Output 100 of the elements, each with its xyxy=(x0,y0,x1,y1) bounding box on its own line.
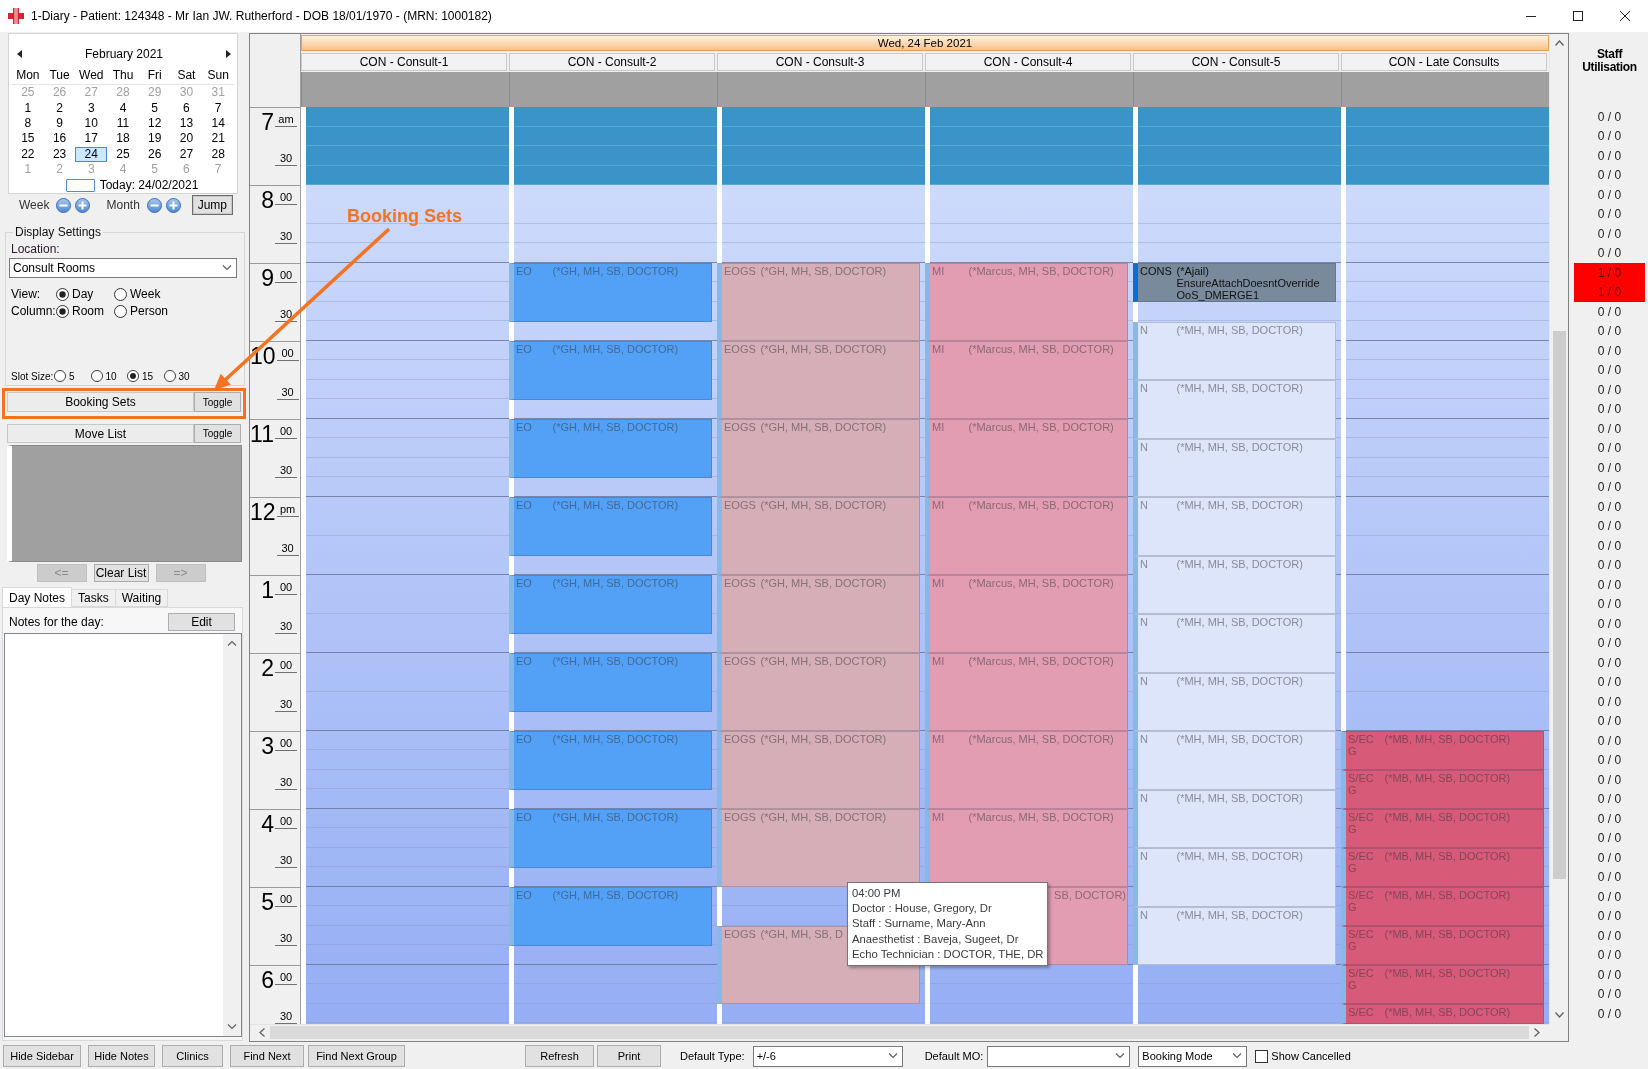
appointment-block[interactable]: S/ECG (*MB, MH, SB, DOCTOR) xyxy=(1341,809,1544,848)
appointment-block[interactable]: N (*MH, MH, SB, DOCTOR) xyxy=(1133,321,1336,380)
calendar-day[interactable]: 25 xyxy=(12,85,44,101)
calendar-day[interactable]: 28 xyxy=(202,146,234,162)
calendar-day[interactable]: 14 xyxy=(202,116,234,132)
appointment-block[interactable]: N (*MH, MH, SB, DOCTOR) xyxy=(1133,789,1336,848)
plus-icon[interactable] xyxy=(165,197,181,213)
calendar-day[interactable]: 26 xyxy=(138,146,171,162)
calendar-day[interactable]: 5 xyxy=(138,100,171,117)
calendar-day[interactable]: 27 xyxy=(75,85,108,101)
calendar-day[interactable]: 7 xyxy=(202,100,234,117)
view-option[interactable]: Day xyxy=(56,287,114,301)
appointment-block[interactable]: MI (*Marcus, MH, SB, DOCTOR) xyxy=(925,341,1128,419)
calendar-day[interactable]: 30 xyxy=(170,85,203,101)
appointment-block[interactable]: MI (*Marcus, MH, SB, DOCTOR) xyxy=(925,653,1128,731)
appointment-block[interactable]: N (*MH, MH, SB, DOCTOR) xyxy=(1133,438,1336,497)
appointment-block[interactable]: EOGS (*GH, MH, SB, DOCTOR) xyxy=(717,575,920,653)
calendar-day[interactable]: 1 xyxy=(12,100,44,117)
calendar-day[interactable]: 27 xyxy=(170,146,203,162)
move-list[interactable] xyxy=(7,445,242,562)
calendar-day[interactable]: 21 xyxy=(202,131,234,147)
toggle-button[interactable]: Toggle xyxy=(194,392,241,412)
appointment-block[interactable]: EOGS (*GH, MH, SB, DOCTOR) xyxy=(717,731,920,809)
calendar-day[interactable]: 3 xyxy=(75,100,108,117)
tab[interactable]: Tasks xyxy=(71,589,116,607)
scrollbar-thumb[interactable] xyxy=(270,1026,1529,1040)
hide-notes-button[interactable]: Hide Notes xyxy=(88,1045,155,1067)
calendar-day[interactable]: 24 xyxy=(75,146,108,162)
minus-icon[interactable] xyxy=(56,197,72,213)
find-next-group-button[interactable]: Find Next Group xyxy=(308,1045,405,1067)
tab[interactable]: Day Notes xyxy=(2,587,73,607)
tab[interactable]: Waiting xyxy=(114,589,169,607)
calendar-day[interactable]: 6 xyxy=(170,100,203,117)
location-select[interactable]: Consult Rooms xyxy=(9,258,237,278)
appointment-block[interactable]: EOGS (*GH, MH, SB, DOCTOR) xyxy=(717,341,920,419)
calendar-day[interactable]: 10 xyxy=(75,116,108,132)
appointment-block[interactable]: S/ECG (*MB, MH, SB, DOCTOR) xyxy=(1341,770,1544,809)
refresh-button[interactable]: Refresh xyxy=(525,1045,594,1067)
appointment-block[interactable]: CONS (*Ajail) EnsureAttachDoesntOverride OoS_DMERGE1 xyxy=(1133,263,1336,302)
appointment-block[interactable]: EO (*GH, MH, SB, DOCTOR) xyxy=(509,497,712,556)
appointment-block[interactable]: EOGS (*GH, MH, SB, DOCTOR) xyxy=(717,263,920,341)
calendar-day[interactable]: 4 xyxy=(107,161,139,178)
clear-list-button[interactable]: Clear List xyxy=(93,564,149,582)
calendar-day[interactable]: 2 xyxy=(43,161,76,178)
calendar-day[interactable]: 23 xyxy=(43,146,76,162)
calendar-day[interactable]: 2 xyxy=(43,100,76,117)
appointment-block[interactable]: S/ECG (*MB, MH, SB, DOCTOR) xyxy=(1341,926,1544,965)
column-option[interactable]: Person xyxy=(114,304,172,318)
calendar-day[interactable]: 13 xyxy=(170,116,203,132)
appointment-block[interactable]: S/ECG (*MB, MH, SB, DOCTOR) xyxy=(1341,731,1544,770)
appointment-block[interactable]: N (*MH, MH, SB, DOCTOR) xyxy=(1133,614,1336,673)
calendar-day[interactable]: 16 xyxy=(43,131,76,147)
appointment-block[interactable]: EO (*GH, MH, SB, DOCTOR) xyxy=(509,809,712,868)
show-cancelled-checkbox[interactable]: Show Cancelled xyxy=(1255,1049,1351,1063)
calendar-day[interactable]: 31 xyxy=(202,85,234,101)
slot-size-option[interactable]: 5 xyxy=(54,370,91,382)
appointment-block[interactable]: N (*MH, MH, SB, DOCTOR) xyxy=(1133,848,1336,907)
appointment-block[interactable]: EO (*GH, MH, SB, DOCTOR) xyxy=(509,731,712,790)
appointment-block[interactable]: N (*MH, MH, SB, DOCTOR) xyxy=(1133,555,1336,614)
default-type-select[interactable]: +/-6 xyxy=(752,1045,903,1067)
appointment-block[interactable]: EO (*GH, MH, SB, DOCTOR) xyxy=(509,575,712,634)
find-next-button[interactable]: Find Next xyxy=(230,1045,304,1067)
calendar-day[interactable]: 4 xyxy=(107,100,139,117)
appointment-block[interactable]: MI (*Marcus, MH, SB, DOCTOR) xyxy=(925,809,1128,887)
today-link[interactable]: Today: 24/02/2021 xyxy=(99,178,199,193)
appointment-block[interactable]: MI (*Marcus, MH, SB, DOCTOR) xyxy=(925,497,1128,575)
appointment-block[interactable]: MI (*Marcus, MH, SB, DOCTOR) xyxy=(925,575,1128,653)
calendar-day[interactable]: 6 xyxy=(170,161,203,178)
default-mo-select[interactable] xyxy=(987,1045,1131,1067)
caret-right-icon[interactable] xyxy=(226,49,231,58)
calendar-day[interactable]: 18 xyxy=(107,131,139,147)
clinics-button[interactable]: Clinics xyxy=(162,1045,223,1067)
appointment-block[interactable]: EO (*GH, MH, SB, DOCTOR) xyxy=(509,653,712,712)
appointment-block[interactable]: EO (*GH, MH, SB, DOCTOR) xyxy=(509,263,712,322)
vertical-scrollbar[interactable] xyxy=(1549,34,1568,1024)
calendar-day[interactable]: 15 xyxy=(12,131,44,147)
print-button[interactable]: Print xyxy=(597,1045,661,1067)
calendar-day[interactable]: 9 xyxy=(43,116,76,132)
appointment-block[interactable]: EO (*GH, MH, SB, DOCTOR) xyxy=(509,419,712,478)
appointment-block[interactable]: N (*MH, MH, SB, DOCTOR) xyxy=(1133,906,1336,965)
appointment-block[interactable]: EO (*GH, MH, SB, DOCTOR) xyxy=(509,887,712,946)
appointment-block[interactable]: N (*MH, MH, SB, DOCTOR) xyxy=(1133,672,1336,731)
appointment-block[interactable]: S/ECG (*MB, MH, SB, DOCTOR) xyxy=(1341,848,1544,887)
scrollbar[interactable] xyxy=(223,634,241,1036)
calendar-day[interactable]: 28 xyxy=(107,85,139,101)
minus-icon[interactable] xyxy=(146,197,162,213)
jump-button[interactable]: Jump xyxy=(191,195,233,215)
calendar-day[interactable]: 22 xyxy=(12,146,44,162)
calendar-day[interactable]: 20 xyxy=(170,131,203,147)
calendar-day[interactable]: 17 xyxy=(75,131,108,147)
appointment-block[interactable]: EOGS (*GH, MH, SB, DOCTOR) xyxy=(717,653,920,731)
appointment-block[interactable]: N (*MH, MH, SB, DOCTOR) xyxy=(1133,380,1336,439)
horizontal-scrollbar[interactable] xyxy=(250,1023,1549,1041)
appointment-block[interactable]: EOGS (*GH, MH, SB, DOCTOR) xyxy=(717,809,920,887)
calendar-day[interactable]: 1 xyxy=(12,161,44,178)
slot-size-option[interactable]: 15 xyxy=(127,370,164,382)
calendar-day[interactable]: 19 xyxy=(138,131,171,147)
appointment-block[interactable]: MI (*Marcus, MH, SB, DOCTOR) xyxy=(925,263,1128,341)
hide-sidebar-button[interactable]: Hide Sidebar xyxy=(3,1045,81,1067)
appointment-block[interactable]: MI (*Marcus, MH, SB, DOCTOR) xyxy=(925,731,1128,809)
